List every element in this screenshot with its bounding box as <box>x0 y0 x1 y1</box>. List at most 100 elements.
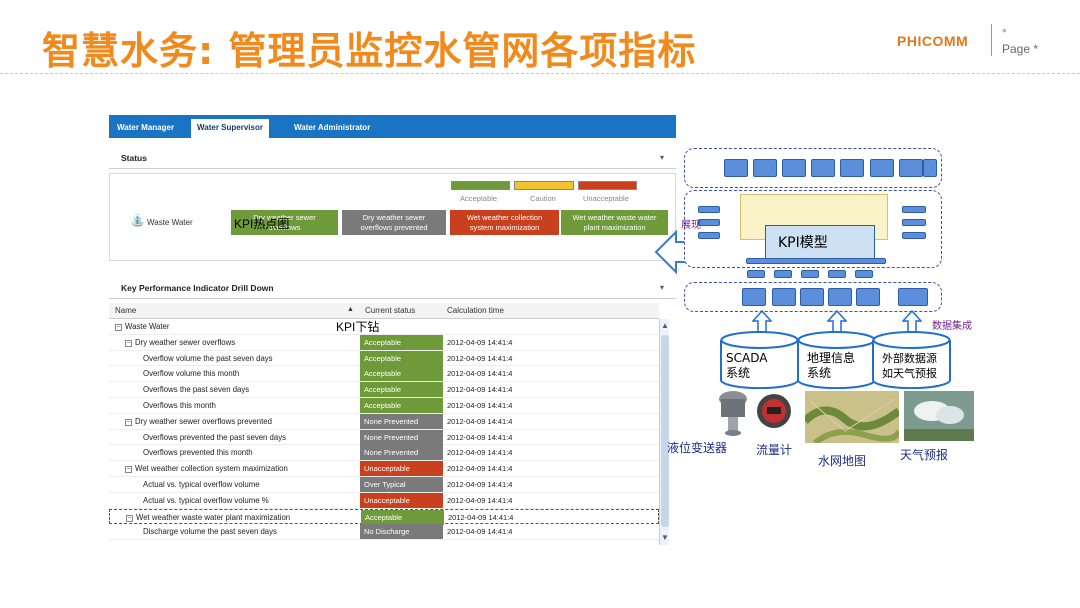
column-header-name[interactable]: Name <box>115 306 136 315</box>
collapse-toggle-icon[interactable]: − <box>115 324 122 331</box>
table-row[interactable]: Overflows prevented the past seven days N… <box>109 429 659 446</box>
table-row[interactable]: Overflows this month Acceptable 2012-04-09… <box>109 398 659 414</box>
tab-water-administrator[interactable]: Water Administrator <box>288 119 376 138</box>
status-panel-title: Status <box>121 153 147 163</box>
drilldown-grid: − Waste Water − Dry weather sewer overflows… <box>109 319 659 545</box>
table-row[interactable]: Overflow volume the past seven days Accep… <box>109 350 659 367</box>
table-row[interactable]: Overflow volume this month Acceptable 2012… <box>109 366 659 383</box>
time-cell: 2012-04-09 14:41:4 <box>448 512 514 522</box>
portal-module <box>840 159 864 177</box>
row-name-text: Wet weather waste water plant maximizati… <box>136 512 291 522</box>
collapse-toggle-icon[interactable]: − <box>125 418 132 426</box>
gis-system-cylinder: 地理信息 系统 <box>797 331 876 389</box>
table-row[interactable]: Overflows the past seven days Acceptable 2… <box>109 382 659 398</box>
role-tab-bar: Water Manager Water Supervisor Water Adm… <box>109 115 676 138</box>
scroll-up-icon[interactable]: ▲ <box>661 321 669 330</box>
chevron-down-icon[interactable]: ▾ <box>660 283 664 292</box>
heat-cell-text: overflows prevented <box>360 223 428 232</box>
table-row[interactable]: − Waste Water <box>109 319 659 335</box>
scroll-thumb[interactable] <box>661 335 669 527</box>
row-name: Overflows this month <box>143 401 216 410</box>
legend-label-acceptable: Acceptable <box>460 194 498 203</box>
heat-cell-wet-plant[interactable]: Wet weather waste water plant maximizati… <box>561 210 668 235</box>
collapse-toggle-icon[interactable]: − <box>125 339 132 347</box>
collapse-toggle-icon[interactable]: − <box>125 466 132 474</box>
sort-asc-icon[interactable]: ▲ <box>347 306 354 313</box>
drilldown-panel-title: Key Performance Indicator Drill Down <box>121 283 274 293</box>
status-cell: Over Typical <box>360 477 443 492</box>
heat-cell-text: Dry weather sewer <box>362 213 426 222</box>
time-cell: 2012-04-09 14:41:4 <box>447 369 513 379</box>
cylinder-line: SCADA <box>726 351 768 365</box>
column-header-status[interactable]: Current status <box>365 306 415 315</box>
row-name: Overflow volume this month <box>143 369 239 378</box>
tab-water-supervisor[interactable]: Water Supervisor <box>191 119 269 138</box>
brand-logo: PHICOMM <box>897 33 969 49</box>
status-cell: None Prevented <box>360 445 443 461</box>
row-name: − Wet weather waste water plant maximizat… <box>126 513 290 522</box>
grid-scrollbar[interactable]: ▲ ▼ <box>659 319 669 545</box>
legend-swatch-acceptable <box>451 181 510 190</box>
row-name-text: Overflows prevented the past seven days <box>143 432 287 442</box>
row-name: Overflows prevented this month <box>143 448 253 457</box>
status-row-label: Waste Water <box>147 218 193 227</box>
legend-label-caution: Caution <box>530 194 556 203</box>
time-cell: 2012-04-09 14:41:4 <box>447 337 513 347</box>
flow-meter-image <box>757 394 791 428</box>
row-name: − Wet weather collection system maximizat… <box>125 464 288 474</box>
table-row[interactable]: Discharge volume the past seven days No D… <box>109 524 659 541</box>
row-name-text: Waste Water <box>125 322 170 331</box>
chevron-down-icon[interactable]: ▾ <box>660 153 664 162</box>
kpi-dashboard: Water Manager Water Supervisor Water Adm… <box>109 115 676 545</box>
status-cell: Unacceptable <box>360 492 443 508</box>
status-cell: No Discharge <box>360 524 443 540</box>
adapter-module <box>747 270 765 278</box>
status-panel-header[interactable]: Status ▾ <box>109 151 676 169</box>
row-name-text: Dry weather sewer overflows prevented <box>135 416 272 426</box>
table-row[interactable]: Actual vs. typical overflow volume Over T… <box>109 477 659 493</box>
legend-label-unacceptable: Unacceptable <box>583 194 629 203</box>
portal-module <box>899 159 923 177</box>
row-name: Overflow volume the past seven days <box>143 354 273 363</box>
table-row[interactable]: − Wet weather waste water plant maximizat… <box>109 508 659 525</box>
time-cell: 2012-04-09 14:41:4 <box>447 448 513 458</box>
network-map-label: 水网地图 <box>818 454 867 468</box>
row-name-text: Overflows this month <box>143 401 216 410</box>
adapter-module <box>828 270 846 278</box>
page-marker: * <box>1002 28 1007 38</box>
header-divider <box>0 73 1080 74</box>
tab-water-manager[interactable]: Water Manager <box>111 119 180 138</box>
portal-module <box>724 159 748 177</box>
drilldown-panel-header[interactable]: Key Performance Indicator Drill Down ▾ <box>109 281 676 299</box>
row-name-text: Actual vs. typical overflow volume <box>143 480 260 489</box>
row-name-text: Overflow volume the past seven days <box>143 353 273 363</box>
kpi-heatmap-label: KPI热点图 <box>234 217 290 231</box>
heat-cell-dry-prevented[interactable]: Dry weather sewer overflows prevented <box>342 210 446 235</box>
platform-module <box>902 232 926 239</box>
table-row[interactable]: − Dry weather sewer overflows Acceptable 20… <box>109 334 659 351</box>
status-cell: Acceptable <box>360 382 443 398</box>
time-cell: 2012-04-09 14:41:4 <box>447 353 513 363</box>
status-cell: Acceptable <box>360 350 443 366</box>
row-name: − Dry weather sewer overflows prevented <box>125 417 272 426</box>
adapter-module <box>801 270 819 278</box>
row-name-text: Discharge volume the past seven days <box>143 527 277 537</box>
status-cell: Unacceptable <box>360 461 443 477</box>
legend-swatch-unacceptable <box>578 181 637 190</box>
portal-module <box>753 159 777 177</box>
collapse-toggle-icon[interactable]: − <box>126 514 133 522</box>
table-row[interactable]: Actual vs. typical overflow volume % Unac… <box>109 492 659 509</box>
table-row[interactable]: Overflows prevented this month None Preve… <box>109 445 659 462</box>
status-cell: None Prevented <box>360 413 443 429</box>
source-module <box>742 288 766 306</box>
flow-meter-label: 流量计 <box>756 443 793 457</box>
row-name: Actual vs. typical overflow volume % <box>143 496 269 505</box>
portal-module <box>923 159 937 177</box>
table-row[interactable]: − Wet weather collection system maximizat… <box>109 461 659 477</box>
scroll-down-icon[interactable]: ▼ <box>661 533 669 542</box>
row-name: − Waste Water <box>115 322 169 331</box>
table-row[interactable]: − Dry weather sewer overflows prevented No… <box>109 413 659 430</box>
column-header-time[interactable]: Calculation time <box>447 306 504 315</box>
time-cell: 2012-04-09 14:41:4 <box>447 464 513 474</box>
heat-cell-wet-collection[interactable]: Wet weather collection system maximizati… <box>450 210 559 235</box>
